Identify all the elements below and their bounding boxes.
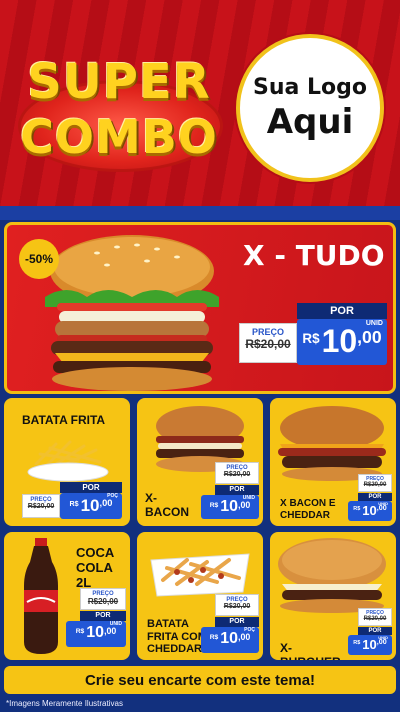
header-banner: SUPER COMBO Sua Logo Aqui [0, 0, 400, 218]
product-name: COCA COLA 2L [76, 545, 114, 590]
old-price-box: PREÇO R$20,00 [358, 474, 392, 492]
price-unit: UNID [378, 501, 388, 506]
price-integer: 10 [321, 323, 358, 359]
price-currency: R$ [69, 499, 79, 508]
old-price-box: PREÇO R$20,00 [22, 494, 60, 518]
price-currency: R$ [353, 640, 361, 646]
logo-text-line-1: Sua Logo [252, 74, 367, 100]
old-price: R$20,00 [363, 482, 387, 488]
title-line-2: COMBO [20, 110, 218, 164]
price-tag: PREÇO R$20,00 POR R$ 10 ,00 UNID [348, 608, 392, 656]
product-name: BATATA FRITA [22, 413, 106, 427]
x-burguer-image [278, 538, 386, 613]
price-cents: ,00 [238, 631, 251, 642]
new-price-box: R$ 10 ,00 POÇ [201, 627, 259, 653]
por-label: POR [358, 493, 392, 501]
product-name: X-BURGUER [280, 641, 341, 660]
new-price-box: R$ 10 ,00 UNID [66, 621, 126, 647]
price-currency: R$ [353, 506, 361, 512]
price-integer: 10 [362, 637, 377, 652]
discount-badge: -50% [19, 239, 59, 279]
product-card-x-burguer[interactable]: X-BURGUER PREÇO R$20,00 POR R$ 10 ,00 UN… [270, 532, 396, 660]
preco-label: PREÇO [251, 327, 284, 337]
old-price-box: PREÇO R$20,00 [239, 323, 297, 363]
logo-text-line-2: Aqui [266, 101, 354, 142]
price-tag: POR PREÇO R$20,00 R$ 10 ,00 POÇ [22, 482, 126, 522]
x-bacon-cheddar-burger-image [278, 406, 386, 481]
product-card-coca-cola[interactable]: COCA COLA 2L PREÇO R$20,00 POR R$ 10 ,00… [4, 532, 130, 660]
price-tag: PREÇO R$20,00 POR R$ 10 ,00 POÇ [201, 594, 259, 656]
product-card-batata-cheddar[interactable]: BATATA FRITA COM CHEDDAR PREÇO R$20,00 P… [137, 532, 263, 660]
old-price: R$20,00 [223, 471, 251, 478]
product-card-x-bacon-cheddar[interactable]: X BACON E CHEDDAR PREÇO R$20,00 POR R$ 1… [270, 398, 396, 526]
logo-placeholder[interactable]: Sua Logo Aqui [236, 34, 384, 182]
price-tag: PREÇO R$20,00 POR R$ 10 ,00 UNID [201, 462, 259, 520]
old-price-box: PREÇO R$20,00 [215, 594, 259, 616]
por-label: POR [358, 627, 392, 635]
old-price: R$20,00 [87, 597, 119, 606]
product-name: X BACON E CHEDDAR [280, 498, 336, 521]
new-price-box: R$ 10 ,00 POÇ [60, 493, 122, 519]
title-line-1: SUPER [27, 54, 211, 110]
new-price-box: R$ 10 ,00 UNID [297, 319, 387, 365]
new-price-box: R$ 10 ,00 UNID [348, 501, 392, 521]
old-price-box: PREÇO R$20,00 [215, 462, 259, 484]
price-integer: 10 [220, 630, 239, 647]
cheddar-fries-image [150, 553, 250, 597]
super-combo-title: SUPER COMBO [8, 52, 230, 172]
price-unit: UNID [109, 621, 122, 627]
fries-image [27, 440, 109, 482]
old-price: R$20,00 [223, 603, 251, 610]
new-price-box: R$ 10 ,00 UNID [348, 635, 392, 655]
price-cents: ,00 [376, 504, 387, 513]
price-integer: 10 [80, 496, 100, 515]
price-integer: 10 [86, 624, 105, 641]
featured-price-tag: POR PREÇO R$20,00 R$ 10 ,00 UNID [239, 303, 389, 373]
price-unit: UNID [242, 495, 255, 501]
product-card-x-bacon[interactable]: X- BACON PREÇO R$20,00 POR R$ 10 ,00 UNI… [137, 398, 263, 526]
price-cents: ,00 [104, 625, 117, 636]
featured-product-name: X - TUDO [243, 239, 385, 272]
price-currency: R$ [302, 331, 320, 347]
coca-cola-bottle-image [24, 538, 58, 654]
product-card-batata-frita[interactable]: BATATA FRITA POR PREÇO R$20,00 R$ 10 ,00… [4, 398, 130, 526]
price-cents: ,00 [357, 326, 382, 347]
por-label: POR [215, 617, 259, 627]
old-price: R$20,00 [363, 616, 387, 622]
price-unit: UNID [365, 320, 383, 327]
price-currency: R$ [209, 633, 219, 641]
old-price-box: PREÇO R$20,00 [358, 608, 392, 626]
new-price-box: R$ 10 ,00 UNID [201, 495, 259, 519]
flyer-page: SUPER COMBO Sua Logo Aqui -50% X - TUDO [0, 0, 400, 712]
price-unit: POÇ [107, 493, 118, 499]
product-name: X- BACON [145, 491, 189, 519]
old-price-box: PREÇO R$20,00 [80, 588, 126, 610]
por-label: POR [297, 303, 387, 319]
price-unit: UNID [378, 635, 388, 640]
old-price: R$20,00 [245, 337, 291, 351]
x-tudo-burger-image [45, 235, 219, 391]
cta-banner[interactable]: Crie seu encarte com este tema! [4, 666, 396, 694]
price-tag: PREÇO R$20,00 POR R$ 10 ,00 UNID [66, 588, 126, 654]
price-integer: 10 [362, 503, 377, 518]
por-label: POR [60, 482, 122, 493]
header-divider-band [0, 206, 400, 220]
por-label: POR [215, 485, 259, 495]
price-currency: R$ [75, 627, 85, 635]
price-cents: ,00 [376, 638, 387, 647]
price-currency: R$ [209, 501, 219, 509]
price-unit: POÇ [244, 627, 255, 633]
old-price: R$20,00 [27, 503, 55, 510]
price-cents: ,00 [238, 499, 251, 510]
por-label: POR [80, 611, 126, 621]
disclaimer-text: *Imagens Meramente Ilustrativas [6, 699, 123, 708]
price-tag: PREÇO R$20,00 POR R$ 10 ,00 UNID [348, 474, 392, 522]
featured-product-card[interactable]: -50% X - TUDO POR PREÇO R$20,00 R$ 10 ,0… [4, 222, 396, 394]
price-cents: ,00 [99, 497, 113, 508]
price-integer: 10 [220, 498, 239, 515]
